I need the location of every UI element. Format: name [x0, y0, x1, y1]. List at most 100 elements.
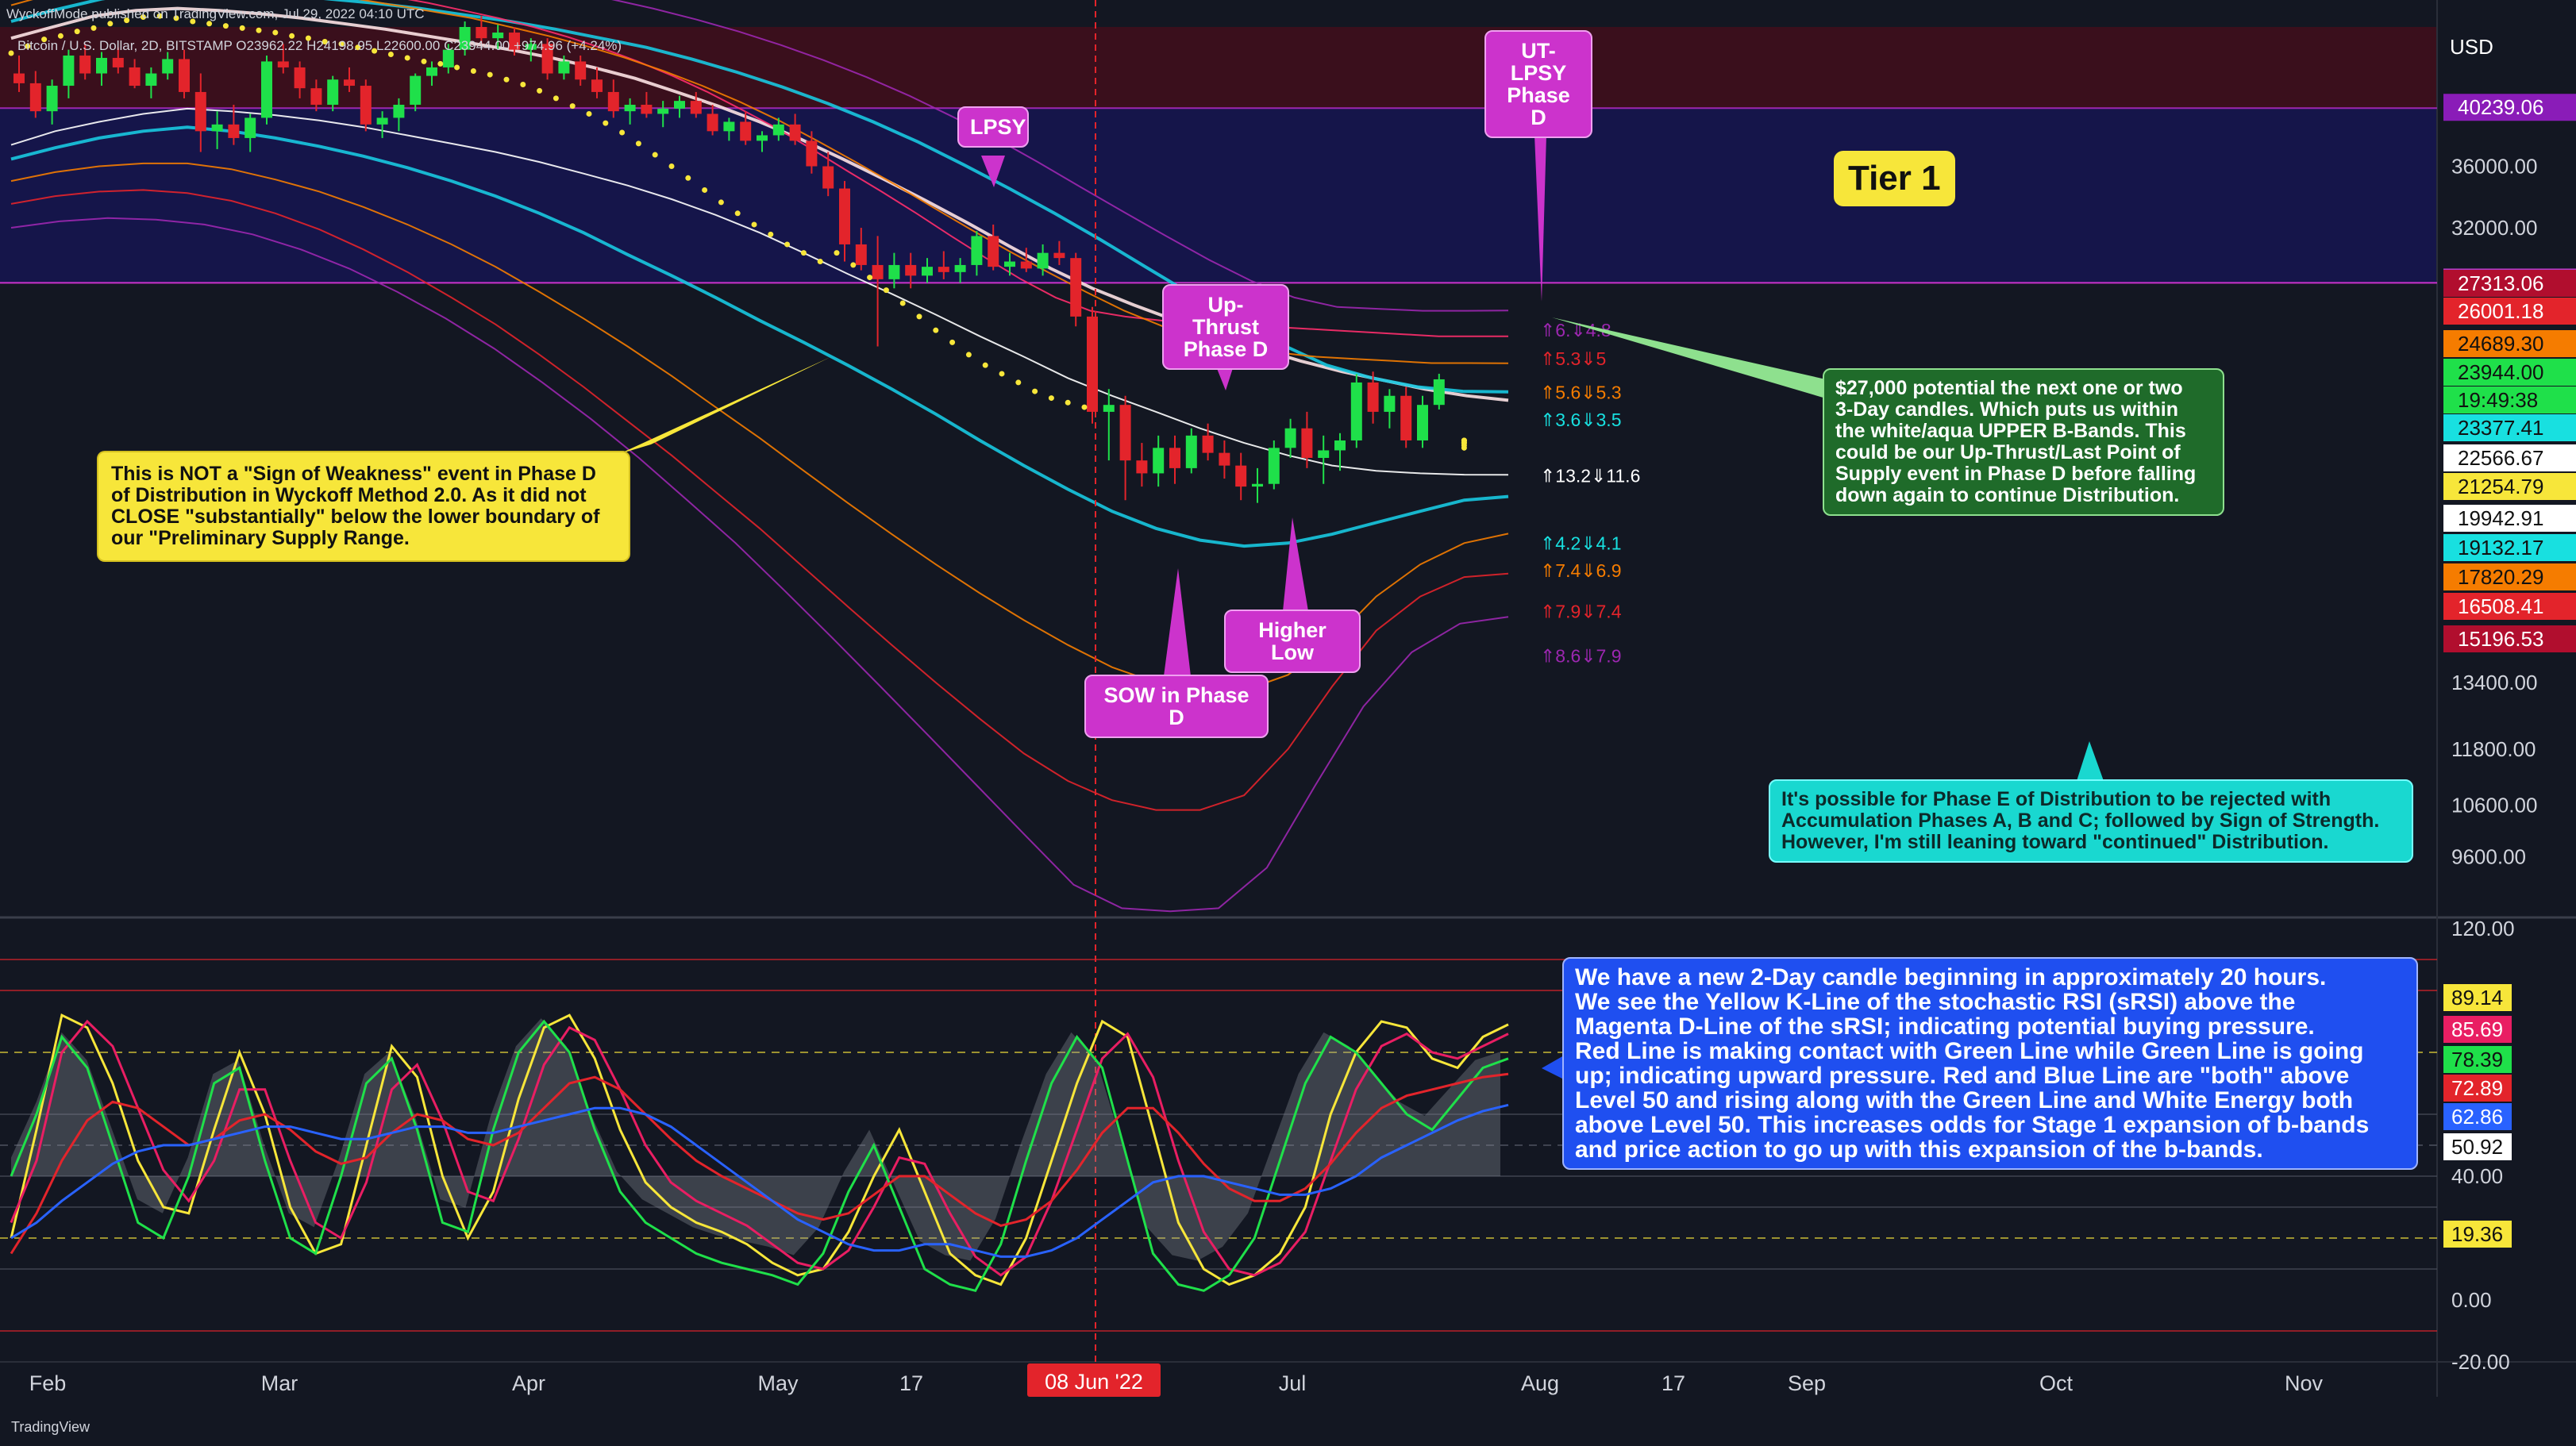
- candle-body: [211, 124, 223, 132]
- sar-dot: [421, 58, 427, 64]
- sar-dot: [454, 64, 460, 71]
- candle-body: [558, 61, 570, 74]
- candle-body: [1053, 252, 1065, 259]
- candle-body: [327, 79, 339, 105]
- rsi-value-label: 72.89: [2451, 1076, 2503, 1100]
- note-stochastic-rsi: We have a new 2-Day candle beginning in …: [1562, 957, 2418, 1170]
- candle-body: [194, 91, 206, 132]
- candle-body: [426, 67, 437, 76]
- tradingview-logo[interactable]: TradingView: [11, 1419, 90, 1436]
- candle-body: [129, 67, 141, 87]
- candle-body: [162, 59, 174, 74]
- rsi-value-label: 62.86: [2451, 1105, 2503, 1129]
- candle-body: [63, 55, 75, 87]
- tier-label: Tier 1: [1834, 151, 1955, 206]
- x-tick-label: Sep: [1788, 1371, 1826, 1395]
- candle-body: [360, 86, 372, 125]
- candle-body: [1004, 261, 1015, 267]
- candle-body: [1400, 395, 1412, 440]
- candle-body: [591, 79, 603, 92]
- band-label: ⇑7.4⇓6.9: [1540, 560, 1622, 581]
- sar-dot: [553, 95, 559, 102]
- candle-body: [228, 124, 240, 138]
- price-label: 23944.00: [2458, 360, 2543, 384]
- sar-dot: [1461, 437, 1467, 444]
- candle-body: [1433, 379, 1445, 406]
- candle-body: [707, 113, 718, 132]
- sar-dot: [933, 327, 939, 333]
- candle-body: [1367, 382, 1379, 412]
- candle-body: [1318, 450, 1330, 458]
- candle-body: [740, 121, 752, 141]
- sar-dot: [239, 25, 245, 31]
- candle-body: [954, 264, 966, 272]
- sar-dot: [800, 250, 807, 256]
- candle-body: [757, 135, 768, 141]
- candle-body: [988, 236, 999, 267]
- candle-body: [96, 57, 107, 74]
- price-label: 17820.29: [2458, 565, 2543, 589]
- sar-dot: [1032, 388, 1038, 394]
- sar-dot: [1048, 395, 1054, 402]
- candle-body: [772, 124, 784, 136]
- y-tick-label: 32000.00: [2451, 216, 2537, 240]
- x-tick-label: Mar: [261, 1371, 298, 1395]
- sar-dot: [619, 129, 626, 136]
- x-tick-label: 17: [899, 1371, 923, 1395]
- sar-dot: [470, 67, 476, 74]
- candle-body: [822, 166, 834, 189]
- price-label: 22566.67: [2458, 446, 2543, 470]
- x-tick-label: 17: [1662, 1371, 1685, 1395]
- x-tick-label: Apr: [512, 1371, 545, 1395]
- candle-body: [1202, 435, 1214, 453]
- rsi-tick-label: 0.00: [2451, 1288, 2492, 1312]
- sar-dot: [668, 163, 675, 170]
- sar-dot: [487, 71, 493, 78]
- annotation-lpsy: LPSY: [957, 106, 1029, 148]
- candle-body: [1037, 252, 1049, 269]
- candle-body: [179, 59, 190, 92]
- sar-dot: [867, 275, 873, 281]
- candle-body: [674, 101, 685, 109]
- sar-dot: [850, 262, 857, 268]
- chart-canvas[interactable]: ⇑6.⇓4.8⇑5.3⇓5⇑5.6⇓5.3⇑3.6⇓3.5⇑13.2⇓11.6⇑…: [0, 0, 2576, 1446]
- price-label: 15196.53: [2458, 627, 2543, 651]
- sar-dot: [404, 55, 410, 61]
- candle-body: [1252, 483, 1263, 487]
- candle-body: [922, 267, 933, 276]
- x-tick-label: Oct: [2039, 1371, 2074, 1395]
- rsi-value-label: 50.92: [2451, 1135, 2503, 1159]
- y-tick-label: 13400.00: [2451, 671, 2537, 694]
- candle-body: [723, 121, 735, 132]
- y-tick-label: 11800.00: [2451, 737, 2536, 761]
- price-label: 26001.18: [2458, 299, 2543, 323]
- sar-dot: [916, 313, 922, 320]
- sar-dot: [685, 175, 691, 181]
- x-tick-label: Aug: [1521, 1371, 1559, 1395]
- sar-dot: [817, 259, 823, 265]
- price-label: 40239.06: [2458, 95, 2543, 119]
- sar-dot: [74, 29, 80, 35]
- sar-dot: [734, 210, 741, 217]
- symbol-legend: Bitcoin / U.S. Dollar, 2D, BITSTAMP O239…: [17, 38, 622, 53]
- candle-body: [294, 67, 306, 89]
- sar-dot: [834, 250, 840, 256]
- sar-dot: [520, 81, 526, 87]
- candle-body: [575, 61, 587, 80]
- candle-body: [1020, 261, 1032, 269]
- candle-body: [1235, 465, 1247, 487]
- candle-body: [1384, 395, 1396, 412]
- candle-body: [1301, 428, 1313, 458]
- annotation-sow: SOW in Phase D: [1084, 675, 1269, 738]
- band-label: ⇑3.6⇓3.5: [1540, 410, 1622, 430]
- price-label: 21254.79: [2458, 475, 2543, 498]
- candle-body: [657, 108, 669, 114]
- sar-dot: [702, 187, 708, 193]
- candle-body: [806, 140, 818, 167]
- publisher-header: WyckoffMode published on TradingView.com…: [6, 6, 425, 21]
- sar-dot: [751, 221, 757, 228]
- candle-body: [245, 117, 256, 138]
- rsi-value-label: 78.39: [2451, 1048, 2503, 1071]
- band-label: ⇑8.6⇓7.9: [1540, 646, 1622, 667]
- candle-body: [1185, 435, 1197, 468]
